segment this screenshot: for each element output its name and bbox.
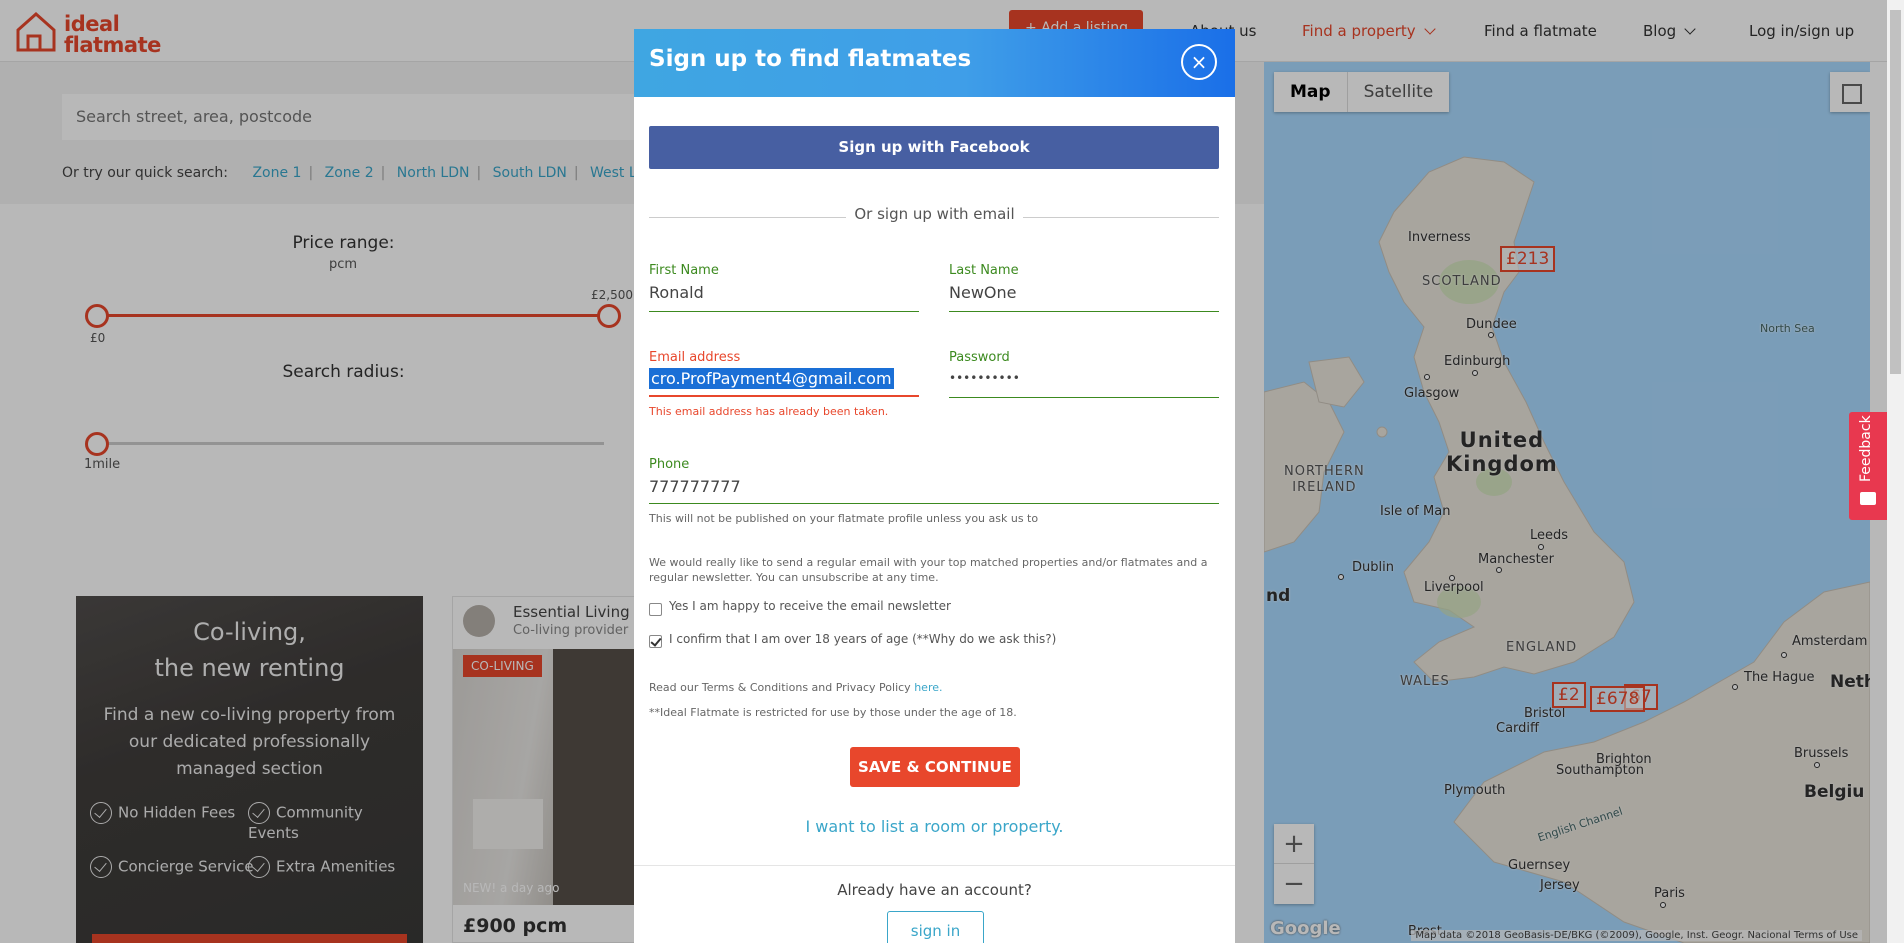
phone-label: Phone bbox=[649, 457, 690, 472]
password-input[interactable]: •••••••••• bbox=[949, 371, 1020, 385]
page-scrollbar[interactable] bbox=[1887, 0, 1904, 943]
scrollbar-thumb[interactable] bbox=[1890, 10, 1901, 374]
phone-underline bbox=[649, 503, 1219, 504]
first-name-label: First Name bbox=[649, 263, 719, 278]
age-restriction-note: **Ideal Flatmate is restricted for use b… bbox=[649, 706, 1017, 719]
phone-input[interactable]: 777777777 bbox=[649, 477, 741, 496]
last-name-label: Last Name bbox=[949, 263, 1019, 278]
last-name-underline bbox=[949, 311, 1219, 312]
terms-text: Read our Terms & Conditions and Privacy … bbox=[649, 680, 943, 695]
email-underline bbox=[649, 395, 919, 397]
age-confirm-checkbox[interactable] bbox=[649, 635, 662, 648]
footer-divider bbox=[634, 865, 1235, 866]
age-confirm-label[interactable]: I confirm that I am over 18 years of age… bbox=[669, 632, 1056, 646]
last-name-input[interactable]: NewOne bbox=[949, 283, 1016, 302]
divider-text: Or sign up with email bbox=[846, 205, 1023, 223]
email-signup-divider: Or sign up with email bbox=[634, 205, 1235, 223]
already-have-account-text: Already have an account? bbox=[837, 881, 1032, 899]
list-room-link[interactable]: I want to list a room or property. bbox=[634, 817, 1235, 836]
phone-note: This will not be published on your flatm… bbox=[649, 512, 1039, 525]
newsletter-checkbox-label[interactable]: Yes I am happy to receive the email news… bbox=[669, 599, 951, 613]
email-selected-text: cro.ProfPayment4@gmail.com bbox=[649, 368, 894, 389]
email-label: Email address bbox=[649, 350, 741, 365]
terms-link[interactable]: here. bbox=[914, 681, 942, 694]
first-name-input[interactable]: Ronald bbox=[649, 283, 704, 302]
newsletter-info: We would really like to send a regular e… bbox=[649, 556, 1208, 584]
modal-title: Sign up to find flatmates bbox=[649, 46, 972, 72]
first-name-underline bbox=[649, 311, 919, 312]
email-input[interactable]: cro.ProfPayment4@gmail.com bbox=[649, 368, 894, 389]
facebook-signup-button[interactable]: Sign up with Facebook bbox=[649, 126, 1219, 169]
save-continue-button[interactable]: SAVE & CONTINUE bbox=[850, 747, 1020, 787]
terms-text-label: Read our Terms & Conditions and Privacy … bbox=[649, 681, 911, 694]
feedback-tab[interactable]: Feedback bbox=[1849, 412, 1887, 520]
password-label: Password bbox=[949, 350, 1010, 365]
password-underline bbox=[949, 397, 1219, 398]
feedback-icon bbox=[1860, 492, 1876, 505]
newsletter-checkbox[interactable] bbox=[649, 603, 662, 616]
signup-modal: Sign up to find flatmates × Sign up with… bbox=[634, 29, 1235, 943]
close-icon[interactable]: × bbox=[1181, 44, 1217, 80]
feedback-label: Feedback bbox=[1858, 415, 1874, 482]
modal-header: Sign up to find flatmates × bbox=[634, 29, 1235, 97]
sign-in-button[interactable]: sign in bbox=[887, 911, 984, 943]
email-error-message: This email address has already been take… bbox=[649, 405, 889, 418]
